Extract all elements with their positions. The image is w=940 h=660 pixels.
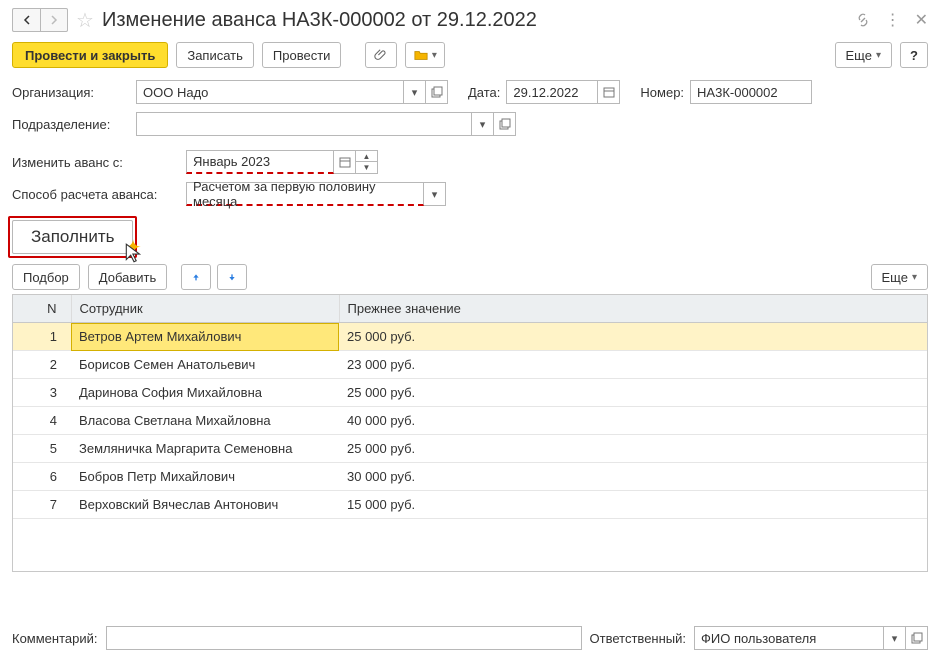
- dept-dropdown-button[interactable]: ▾: [472, 112, 494, 136]
- move-up-button[interactable]: [181, 264, 211, 290]
- col-header-prev[interactable]: Прежнее значение: [339, 295, 927, 323]
- responsible-input[interactable]: ФИО пользователя: [694, 626, 884, 650]
- attach-button[interactable]: [365, 42, 397, 68]
- favorite-star-icon[interactable]: ☆: [74, 9, 96, 31]
- change-from-down-button[interactable]: ▼: [356, 162, 378, 174]
- cell-n: 1: [13, 323, 71, 351]
- cell-prev-value: 23 000 руб.: [339, 351, 927, 379]
- table-more-button[interactable]: Еще▾: [871, 264, 928, 290]
- responsible-dropdown-button[interactable]: ▾: [884, 626, 906, 650]
- dept-label: Подразделение:: [12, 117, 130, 132]
- cell-n: 6: [13, 463, 71, 491]
- cell-prev-value: 30 000 руб.: [339, 463, 927, 491]
- method-input[interactable]: Расчетом за первую половину месяца: [186, 182, 424, 206]
- responsible-open-button[interactable]: [906, 626, 928, 650]
- org-input[interactable]: ООО Надо: [136, 80, 404, 104]
- col-header-n[interactable]: N: [13, 295, 71, 323]
- table-row[interactable]: 7Верховский Вячеслав Антонович15 000 руб…: [13, 491, 927, 519]
- date-label: Дата:: [468, 85, 500, 100]
- change-from-label: Изменить аванс с:: [12, 155, 180, 170]
- responsible-label: Ответственный:: [590, 631, 686, 646]
- cell-employee[interactable]: Даринова София Михайловна: [71, 379, 339, 407]
- cell-n: 3: [13, 379, 71, 407]
- change-from-calendar-button[interactable]: [334, 150, 356, 174]
- number-label: Номер:: [640, 85, 684, 100]
- help-button[interactable]: ?: [900, 42, 928, 68]
- more-button-label: Еще: [846, 48, 872, 63]
- table-row[interactable]: 6Бобров Петр Михайлович30 000 руб.: [13, 463, 927, 491]
- table-row[interactable]: 4Власова Светлана Михайловна40 000 руб.: [13, 407, 927, 435]
- cell-prev-value: 25 000 руб.: [339, 323, 927, 351]
- col-header-emp[interactable]: Сотрудник: [71, 295, 339, 323]
- number-input[interactable]: НА3К-000002: [690, 80, 812, 104]
- nav-back-button[interactable]: [12, 8, 40, 32]
- move-down-button[interactable]: [217, 264, 247, 290]
- table-more-label: Еще: [882, 270, 908, 285]
- cell-prev-value: 25 000 руб.: [339, 379, 927, 407]
- org-label: Организация:: [12, 85, 130, 100]
- fill-button[interactable]: Заполнить: [12, 220, 133, 254]
- dept-input[interactable]: [136, 112, 472, 136]
- cell-n: 7: [13, 491, 71, 519]
- window-title: Изменение аванса НА3К-000002 от 29.12.20…: [102, 9, 849, 32]
- method-dropdown-button[interactable]: ▾: [424, 182, 446, 206]
- cell-n: 5: [13, 435, 71, 463]
- org-open-button[interactable]: [426, 80, 448, 104]
- cell-n: 4: [13, 407, 71, 435]
- date-picker-button[interactable]: [598, 80, 620, 104]
- table-row[interactable]: 5Земляничка Маргарита Семеновна25 000 ру…: [13, 435, 927, 463]
- nav-forward-button[interactable]: [40, 8, 68, 32]
- comment-input[interactable]: [106, 626, 582, 650]
- cell-prev-value: 25 000 руб.: [339, 435, 927, 463]
- cell-employee[interactable]: Ветров Артем Михайлович: [71, 323, 339, 351]
- employees-table[interactable]: N Сотрудник Прежнее значение 1Ветров Арт…: [12, 294, 928, 572]
- cell-employee[interactable]: Бобров Петр Михайлович: [71, 463, 339, 491]
- link-icon[interactable]: [855, 12, 871, 28]
- org-dropdown-button[interactable]: ▾: [404, 80, 426, 104]
- kebab-menu-icon[interactable]: ⋮: [885, 10, 901, 30]
- cell-n: 2: [13, 351, 71, 379]
- folder-dropdown-button[interactable]: ▾: [405, 42, 445, 68]
- date-input[interactable]: 29.12.2022: [506, 80, 598, 104]
- add-button[interactable]: Добавить: [88, 264, 167, 290]
- close-icon[interactable]: ✕: [915, 10, 928, 30]
- change-from-input[interactable]: Январь 2023: [186, 150, 334, 174]
- table-row[interactable]: 1Ветров Артем Михайлович25 000 руб.: [13, 323, 927, 351]
- cell-employee[interactable]: Земляничка Маргарита Семеновна: [71, 435, 339, 463]
- post-button[interactable]: Провести: [262, 42, 342, 68]
- cell-employee[interactable]: Верховский Вячеслав Антонович: [71, 491, 339, 519]
- cell-employee[interactable]: Власова Светлана Михайловна: [71, 407, 339, 435]
- change-from-up-button[interactable]: ▲: [356, 150, 378, 162]
- save-button[interactable]: Записать: [176, 42, 254, 68]
- comment-label: Комментарий:: [12, 631, 98, 646]
- table-row[interactable]: 2Борисов Семен Анатольевич23 000 руб.: [13, 351, 927, 379]
- cell-employee[interactable]: Борисов Семен Анатольевич: [71, 351, 339, 379]
- cell-prev-value: 15 000 руб.: [339, 491, 927, 519]
- more-button[interactable]: Еще▾: [835, 42, 892, 68]
- pick-button[interactable]: Подбор: [12, 264, 80, 290]
- method-label: Способ расчета аванса:: [12, 187, 180, 202]
- dept-open-button[interactable]: [494, 112, 516, 136]
- post-and-close-button[interactable]: Провести и закрыть: [12, 42, 168, 68]
- table-row[interactable]: 3Даринова София Михайловна25 000 руб.: [13, 379, 927, 407]
- cell-prev-value: 40 000 руб.: [339, 407, 927, 435]
